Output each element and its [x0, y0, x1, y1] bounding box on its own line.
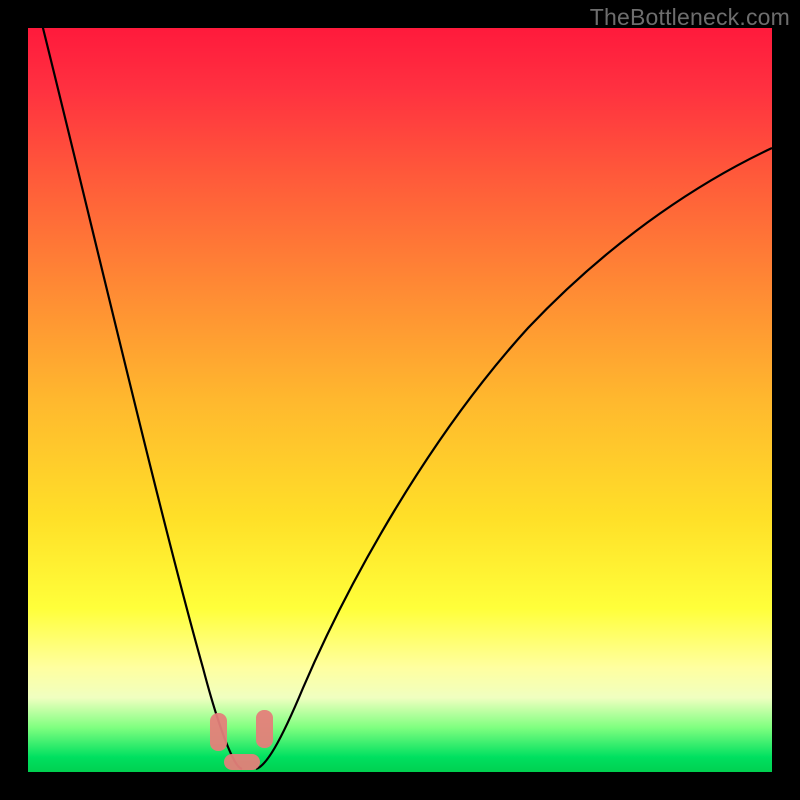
trough-marker [224, 754, 260, 770]
bottleneck-curve-right [256, 148, 772, 769]
chart-overlay [28, 28, 772, 772]
left-minimum-marker [210, 713, 227, 751]
bottleneck-curve-left [38, 8, 242, 769]
watermark-text: TheBottleneck.com [590, 4, 790, 31]
right-minimum-marker [256, 710, 273, 748]
